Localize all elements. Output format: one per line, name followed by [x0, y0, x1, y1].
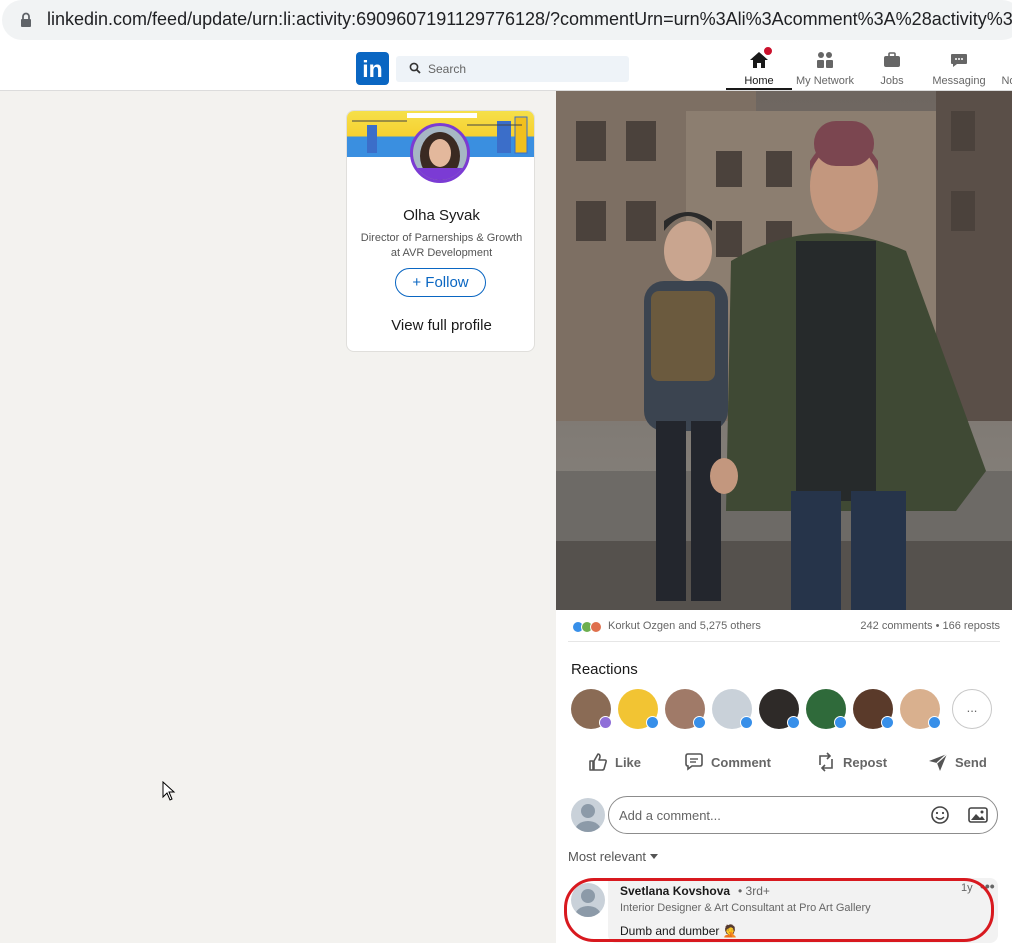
reactor-avatars: ... [571, 689, 1001, 729]
connection-degree: • 3rd+ [738, 884, 770, 898]
reactor-avatar[interactable] [618, 689, 659, 729]
author-profile-card: Olha Syvak Director of Parnerships & Gro… [346, 110, 535, 352]
current-user-avatar [571, 798, 605, 832]
comment-icon [685, 753, 703, 771]
mouse-cursor-icon [162, 781, 176, 801]
profile-name[interactable]: Olha Syvak [347, 207, 534, 224]
reaction-icons[interactable] [572, 620, 606, 634]
more-reactors-button[interactable]: ... [952, 689, 992, 729]
like-badge-icon [881, 716, 894, 729]
add-comment-row [571, 796, 1001, 834]
image-icon[interactable] [968, 805, 988, 825]
reactor-avatar[interactable] [759, 689, 800, 729]
like-label: Like [615, 754, 642, 770]
reaction-badge-icon [599, 716, 612, 729]
view-full-profile-link[interactable]: View full profile [347, 317, 534, 334]
home-icon [749, 45, 774, 70]
network-icon [815, 50, 835, 70]
profile-headline: Director of Parnerships & Growth at AVR … [360, 232, 523, 259]
comment-bubble: Svetlana Kovshova • 3rd+ 1y ••• Interior… [608, 878, 998, 943]
commenter-avatar[interactable] [571, 883, 605, 917]
nav-item-my-network[interactable]: My Network [792, 50, 858, 90]
commenter-name[interactable]: Svetlana Kovshova [620, 884, 730, 898]
repost-button[interactable]: Repost [815, 747, 887, 777]
thumbs-up-icon [589, 753, 607, 771]
commenter-headline: Interior Designer & Art Consultant at Pr… [620, 902, 871, 914]
like-badge-icon [740, 716, 753, 729]
reactor-summary[interactable]: Korkut Ozgen and 5,275 others [608, 620, 761, 632]
top-navigation: in Home My Network Jobs Messaging Not [0, 45, 1012, 91]
url-field[interactable]: linkedin.com/feed/update/urn:li:activity… [2, 0, 1012, 40]
sort-comments-dropdown[interactable]: Most relevant [568, 849, 659, 864]
nav-item-home[interactable]: Home [726, 45, 792, 90]
linkedin-logo[interactable]: in [356, 52, 389, 85]
lock-icon [21, 12, 31, 27]
comment-more-options[interactable]: ••• [980, 878, 995, 894]
comment-text: Dumb and dumber 🤦 [620, 924, 738, 938]
messaging-icon [949, 50, 969, 70]
search-icon [409, 62, 421, 74]
comment-button[interactable]: Comment [683, 747, 771, 777]
social-counts: Korkut Ozgen and 5,275 others 242 commen… [572, 619, 1000, 635]
caret-down-icon [650, 853, 659, 859]
post-image[interactable] [556, 91, 1012, 610]
reactor-avatar[interactable] [712, 689, 753, 729]
reactor-avatar[interactable] [665, 689, 706, 729]
send-label: Send [955, 754, 987, 770]
nav-label: Not [1001, 75, 1012, 87]
feed-post: Korkut Ozgen and 5,275 others 242 commen… [556, 91, 1012, 943]
bell-icon [1000, 50, 1012, 70]
url-text[interactable]: linkedin.com/feed/update/urn:li:activity… [47, 9, 1012, 30]
nav-label: Home [744, 75, 774, 87]
send-button[interactable]: Send [927, 747, 987, 777]
browser-address-bar: linkedin.com/feed/update/urn:li:activity… [0, 0, 1012, 46]
divider [568, 641, 1000, 642]
repost-label: Repost [843, 754, 888, 770]
like-badge-icon [834, 716, 847, 729]
reactor-avatar[interactable] [806, 689, 847, 729]
like-badge-icon [928, 716, 941, 729]
comment-time: 1y [961, 882, 973, 894]
reactor-avatar[interactable] [900, 689, 941, 729]
emoji-icon[interactable] [930, 805, 950, 825]
profile-avatar[interactable] [410, 123, 470, 183]
like-button[interactable]: Like [587, 747, 641, 777]
nav-item-messaging[interactable]: Messaging [926, 50, 992, 90]
send-icon [929, 753, 948, 771]
sort-label: Most relevant [568, 849, 647, 864]
like-badge-icon [787, 716, 800, 729]
comment-repost-counts[interactable]: 242 comments • 166 reposts [860, 620, 1000, 632]
reactor-avatar[interactable] [853, 689, 894, 729]
search-bar[interactable] [396, 56, 629, 82]
comment-item: Svetlana Kovshova • 3rd+ 1y ••• Interior… [568, 878, 1000, 943]
comment-label: Comment [711, 754, 771, 770]
like-badge-icon [693, 716, 706, 729]
reactions-heading: Reactions [571, 661, 638, 678]
like-badge-icon [646, 716, 659, 729]
nav-item-notifications[interactable]: Not [990, 50, 1012, 90]
post-actions: Like Comment Repost Send [571, 747, 1001, 777]
notification-badge [762, 45, 774, 57]
nav-label: Messaging [932, 75, 986, 87]
follow-button[interactable]: + Follow [395, 268, 486, 297]
search-input[interactable] [428, 60, 618, 78]
briefcase-icon [882, 50, 902, 70]
repost-icon [819, 752, 833, 772]
nav-label: Jobs [880, 75, 904, 87]
nav-label: My Network [795, 75, 855, 87]
reactor-avatar[interactable] [571, 689, 612, 729]
nav-item-jobs[interactable]: Jobs [862, 50, 922, 90]
